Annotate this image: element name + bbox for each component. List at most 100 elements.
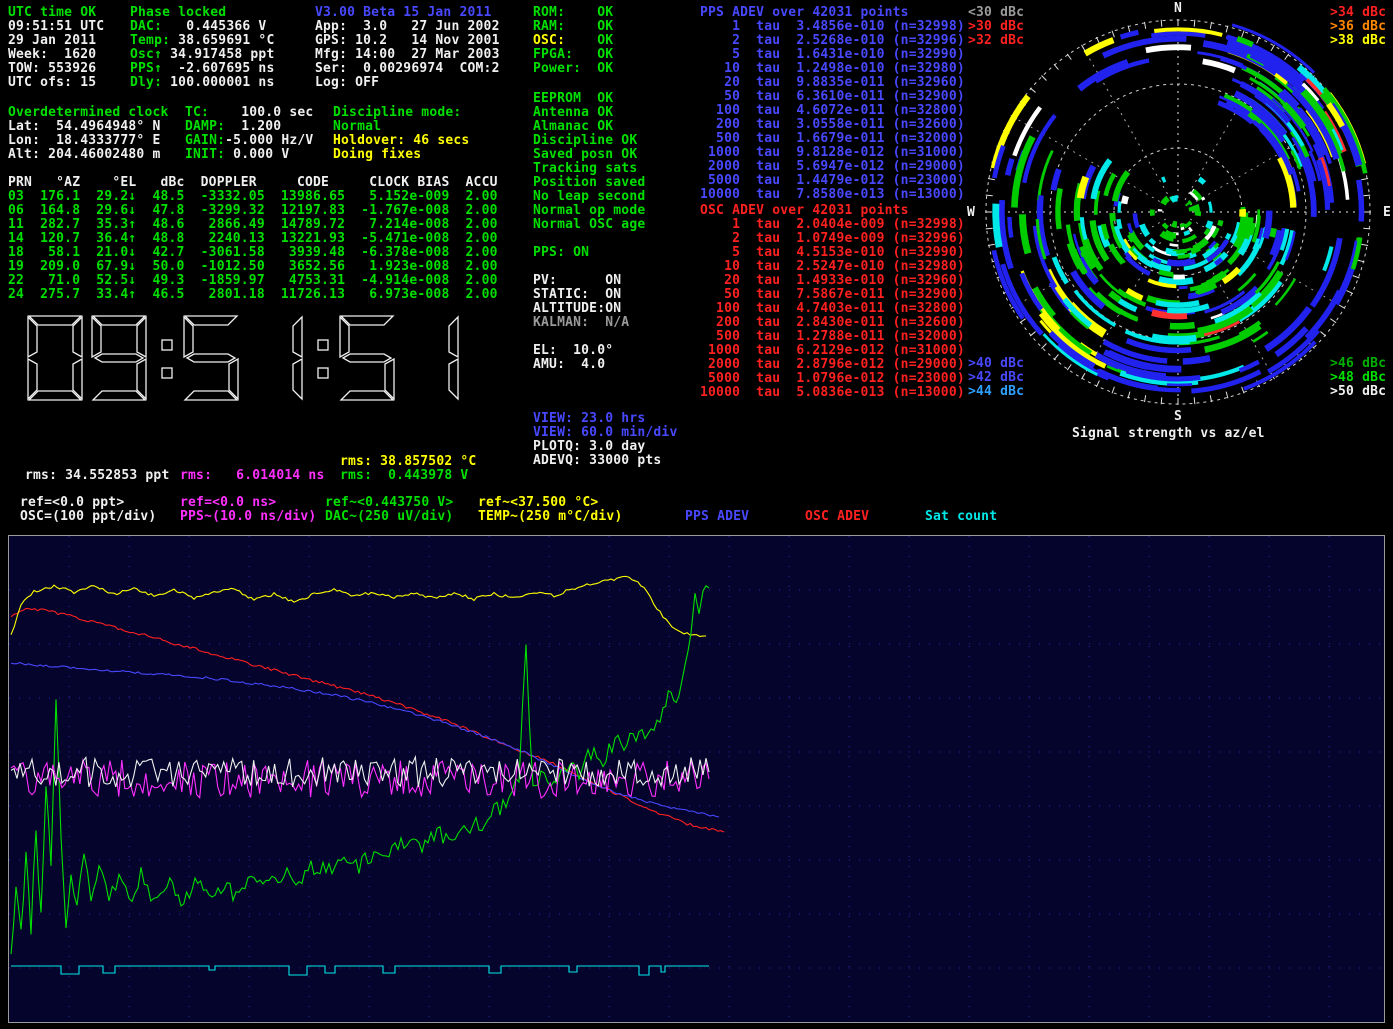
osc-adev-table: OSC ADEV over 42031 points 1 tau 2.0404e… <box>700 204 965 400</box>
osc-scale-legend-line-1: OSC=(100 ppt/div) <box>20 510 156 524</box>
utc-status-panel-line-0: UTC time OK <box>8 6 104 20</box>
loop-params-panel: TC: 100.0 secDAMP: 1.200GAIN:-5.000 Hz/V… <box>185 106 313 162</box>
version-panel-line-2: GPS: 10.2 14 Nov 2001 <box>315 34 500 48</box>
view-info-panel-line-3: ADEVQ: 33000 pts <box>533 454 677 468</box>
discipline-mode-panel-line-3: Doing fixes <box>333 148 469 162</box>
loop-params-panel-line-2: GAIN:-5.000 Hz/V <box>185 134 313 148</box>
pps-adev-legend: PPS ADEV <box>685 510 749 524</box>
receiver-status-panel-line-3: Discipline OK <box>533 134 645 148</box>
sat-count-legend: Sat count <box>925 510 997 524</box>
rms-pps-readout: rms: 6.014014 ns <box>180 469 324 483</box>
self-test-panel-line-1: RAM: OK <box>533 20 613 34</box>
pps-adev-table-line-13: 10000 tau 7.8580e-013 (n=13000) <box>700 188 965 202</box>
rms-pps-readout-line-0: rms: 6.014014 ns <box>180 469 324 483</box>
satellite-table-line-6: 19 209.0 67.9↓ 50.0 -1012.50 3652.56 1.9… <box>8 260 498 274</box>
oscillator-status-panel-line-4: PPS↑ -2.607695 ns <box>130 62 275 76</box>
view-info-panel-line-2: PLOTQ: 3.0 day <box>533 440 677 454</box>
version-panel-line-3: Mfg: 14:00 27 Mar 2003 <box>315 48 500 62</box>
osc-adev-table-line-6: 50 tau 7.5867e-011 (n=32900) <box>700 288 965 302</box>
osc-adev-table-line-2: 2 tau 1.0749e-009 (n=32996) <box>700 232 965 246</box>
pps-adev-table-line-11: 2000 tau 5.6947e-012 (n=29000) <box>700 160 965 174</box>
main-plot-area[interactable] <box>8 535 1385 1023</box>
version-panel: V3.00 Beta 15 Jan 2011App: 3.0 27 Jun 20… <box>315 6 500 90</box>
plot-trace-sat-count <box>11 966 709 975</box>
receiver-status-panel-line-0: EEPROM OK <box>533 92 645 106</box>
satellite-table-line-5: 18 58.1 21.0↓ 42.7 -3061.58 3939.48 -6.3… <box>8 246 498 260</box>
compass-label-S: S <box>1174 409 1182 424</box>
osc-adev-table-line-5: 20 tau 1.4933e-010 (n=32960) <box>700 274 965 288</box>
pps-status-panel: PPS: ON <box>533 246 589 260</box>
utc-status-panel-line-5: UTC ofs: 15 <box>8 76 104 90</box>
utc-status-panel: UTC time OK09:51:51 UTC29 Jan 2011Week: … <box>8 6 104 90</box>
osc-adev-table-line-7: 100 tau 4.7403e-011 (n=32800) <box>700 302 965 316</box>
receiver-status-panel-line-2: Almanac OK <box>533 120 645 134</box>
fix-modes-panel: PV: ONSTATIC: ONALTITUDE:ONKALMAN: N/A <box>533 274 629 330</box>
plot-trace-pps-adev-curve <box>11 663 719 818</box>
version-panel-line-5: Log: OFF <box>315 76 500 90</box>
self-test-panel-line-4: Power: OK <box>533 62 613 76</box>
mask-settings-panel-line-0: EL: 10.0° <box>533 344 613 358</box>
plot-trace-osc-adev-curve <box>11 608 724 832</box>
loop-params-panel-line-3: INIT: 0.000 V <box>185 148 313 162</box>
oscillator-status-panel-line-5: Dly: 100.000001 ns <box>130 76 275 90</box>
pps-adev-table-line-4: 10 tau 1.2498e-010 (n=32980) <box>700 62 965 76</box>
satellite-table-line-2: 06 164.8 29.6↓ 47.8 -3299.32 12197.83 -1… <box>8 204 498 218</box>
loop-params-panel-line-1: DAMP: 1.200 <box>185 120 313 134</box>
fix-modes-panel-line-0: PV: ON <box>533 274 629 288</box>
fix-modes-panel-line-3: KALMAN: N/A <box>533 316 629 330</box>
seven-segment-clock <box>26 312 466 404</box>
view-info-panel: VIEW: 23.0 hrsVIEW: 60.0 min/divPLOTQ: 3… <box>533 412 677 468</box>
osc-adev-table-line-12: 5000 tau 1.0796e-012 (n=23000) <box>700 372 965 386</box>
temp-scale-legend-line-1: TEMP~(250 m°C/div) <box>478 510 622 524</box>
osc-adev-table-line-13: 10000 tau 5.0836e-013 (n=13000) <box>700 386 965 400</box>
satellite-table-line-4: 14 120.7 36.4↑ 48.8 2240.13 13221.93 -5.… <box>8 232 498 246</box>
satellite-table-line-7: 22 71.0 52.5↓ 49.3 -1859.97 4753.31 -4.9… <box>8 274 498 288</box>
discipline-mode-panel-line-2: Holdover: 46 secs <box>333 134 469 148</box>
oscillator-status-panel: Phase lockedDAC: 0.445366 VTemp: 38.6596… <box>130 6 275 90</box>
oscillator-status-panel-line-1: DAC: 0.445366 V <box>130 20 275 34</box>
self-test-panel-line-3: FPGA: OK <box>533 48 613 62</box>
plot-svg <box>9 536 1384 1022</box>
osc-scale-legend-line-0: ref=<0.0 ppt> <box>20 496 156 510</box>
position-panel-line-0: Overdetermined clock <box>8 106 169 120</box>
fix-modes-panel-line-2: ALTITUDE:ON <box>533 302 629 316</box>
position-panel-line-3: Alt: 204.46002480 m <box>8 148 169 162</box>
satellite-table: PRN °AZ °EL dBc DOPPLER CODE CLOCK BIAS … <box>8 176 498 302</box>
receiver-status-panel: EEPROM OKAntenna OKAlmanac OKDiscipline … <box>533 92 645 232</box>
receiver-status-panel-line-6: Position saved <box>533 176 645 190</box>
utc-status-panel-line-2: 29 Jan 2011 <box>8 34 104 48</box>
pps-adev-table-line-8: 200 tau 3.0558e-011 (n=32600) <box>700 118 965 132</box>
osc-adev-table-line-1: 1 tau 2.0404e-009 (n=32998) <box>700 218 965 232</box>
osc-adev-table-line-4: 10 tau 2.5247e-010 (n=32980) <box>700 260 965 274</box>
satellite-table-line-8: 24 275.7 33.4↑ 46.5 2801.18 11726.13 6.9… <box>8 288 498 302</box>
rms-temp-readout-line-0: rms: 38.857502 °C <box>340 455 476 469</box>
receiver-status-panel-line-4: Saved posn OK <box>533 148 645 162</box>
rms-osc-readout: rms: 34.552853 ppt <box>25 469 169 483</box>
pps-adev-legend-line-0: PPS ADEV <box>685 510 749 524</box>
polar-svg: NSWE <box>965 0 1393 424</box>
osc-adev-table-line-10: 1000 tau 6.2129e-012 (n=31000) <box>700 344 965 358</box>
sat-count-legend-line-0: Sat count <box>925 510 997 524</box>
self-test-panel-line-2: OSC: OK <box>533 34 613 48</box>
utc-status-panel-line-4: TOW: 553926 <box>8 62 104 76</box>
clock-svg <box>26 312 466 404</box>
discipline-mode-panel-line-1: Normal <box>333 120 469 134</box>
rms-temp-readout: rms: 38.857502 °C <box>340 455 476 469</box>
version-panel-line-1: App: 3.0 27 Jun 2002 <box>315 20 500 34</box>
pps-adev-table-line-12: 5000 tau 1.4479e-012 (n=23000) <box>700 174 965 188</box>
temp-scale-legend: ref~<37.500 °C>TEMP~(250 m°C/div) <box>478 496 622 524</box>
satellite-table-line-1: 03 176.1 29.2↓ 48.5 -3332.05 13986.65 5.… <box>8 190 498 204</box>
oscillator-status-panel-line-3: Osc↑ 34.917458 ppt <box>130 48 275 62</box>
pps-status-panel-line-0: PPS: ON <box>533 246 589 260</box>
version-panel-line-0: V3.00 Beta 15 Jan 2011 <box>315 6 500 20</box>
utc-status-panel-line-3: Week: 1620 <box>8 48 104 62</box>
dac-scale-legend-line-0: ref~<0.443750 V> <box>325 496 453 510</box>
view-info-panel-line-0: VIEW: 23.0 hrs <box>533 412 677 426</box>
receiver-status-panel-line-9: Normal OSC age <box>533 218 645 232</box>
pps-adev-table-line-3: 5 tau 1.6431e-010 (n=32990) <box>700 48 965 62</box>
dac-scale-legend-line-1: DAC~(250 uV/div) <box>325 510 453 524</box>
compass-label-E: E <box>1383 205 1391 220</box>
mask-settings-panel: EL: 10.0°AMU: 4.0 <box>533 344 613 372</box>
self-test-panel-line-0: ROM: OK <box>533 6 613 20</box>
pps-adev-table: PPS ADEV over 42031 points 1 tau 3.4856e… <box>700 6 965 202</box>
